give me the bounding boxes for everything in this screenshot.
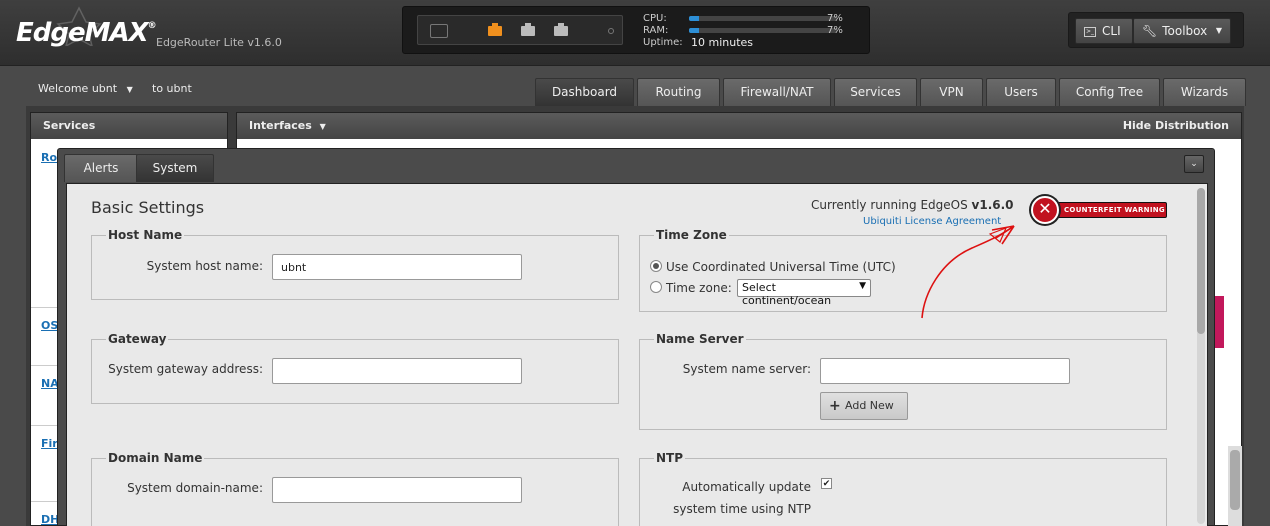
plus-icon: + <box>829 398 841 414</box>
ram-label: RAM: <box>643 25 669 36</box>
cpu-value: 7% <box>827 13 843 24</box>
console-port-icon <box>430 24 448 38</box>
top-header: EdgeMAX® EdgeRouter Lite v1.6.0 CPU: 7% … <box>0 0 1270 66</box>
host-name-label: System host name: <box>146 259 263 273</box>
background-scrollbar-thumb[interactable] <box>1230 450 1240 510</box>
counterfeit-warning-badge: COUNTERFEIT WARNING ✕ <box>1031 196 1167 224</box>
ram-value: 7% <box>827 25 843 36</box>
tab-alerts[interactable]: Alerts <box>64 154 138 182</box>
tab-services[interactable]: Services <box>834 78 917 106</box>
gateway-legend: Gateway <box>108 332 167 346</box>
tab-dashboard[interactable]: Dashboard <box>535 78 634 106</box>
license-agreement-link[interactable]: Ubiquiti License Agreement <box>863 216 1001 227</box>
system-status-box: CPU: 7% RAM: 7% Uptime: 10 minutes <box>402 6 870 54</box>
toolbox-button[interactable]: 🔧︎ Toolbox ▼ <box>1133 18 1231 44</box>
gateway-input[interactable] <box>272 358 522 384</box>
name-server-label: System name server: <box>682 362 811 376</box>
cli-label: CLI <box>1102 24 1121 38</box>
dialog-scrollbar-thumb[interactable] <box>1197 188 1205 334</box>
terminal-icon: >_ <box>1084 26 1096 37</box>
host-name-legend: Host Name <box>108 228 183 242</box>
collapse-dialog-button[interactable]: ⌄ <box>1184 155 1204 173</box>
utc-label: Use Coordinated Universal Time (UTC) <box>666 260 896 274</box>
tab-wizards[interactable]: Wizards <box>1163 78 1246 106</box>
cpu-meter <box>689 16 837 21</box>
name-server-input[interactable] <box>820 358 1070 384</box>
cpu-label: CPU: <box>643 13 667 24</box>
main-navbar: Welcome ubnt ▼ to ubnt Dashboard Routing… <box>26 76 1246 106</box>
port-eth0-icon[interactable] <box>488 23 502 36</box>
ntp-label-line2: system time using NTP <box>673 502 811 516</box>
domain-name-label: System domain-name: <box>127 481 263 495</box>
tab-system[interactable]: System <box>136 154 214 182</box>
to-user-text: to ubnt <box>152 82 192 95</box>
welcome-user-menu[interactable]: Welcome ubnt ▼ <box>38 82 133 95</box>
chevron-down-icon: ▼ <box>859 281 866 291</box>
section-title: Basic Settings <box>91 198 205 217</box>
service-link-routing[interactable]: Ro <box>41 151 57 164</box>
counterfeit-warning-text: COUNTERFEIT WARNING <box>1041 202 1167 218</box>
tab-firewall-nat[interactable]: Firewall/NAT <box>723 78 831 106</box>
ntp-checkbox[interactable]: ✔ <box>821 478 832 489</box>
time-zone-radio[interactable] <box>650 281 662 293</box>
cli-button[interactable]: >_ CLI <box>1075 18 1133 44</box>
reset-button-icon <box>608 28 614 34</box>
add-name-server-button[interactable]: + Add New <box>820 392 908 420</box>
tab-users[interactable]: Users <box>986 78 1056 106</box>
ram-meter-fill <box>689 28 700 33</box>
utc-radio[interactable] <box>650 260 662 272</box>
tool-buttons: >_ CLI 🔧︎ Toolbox ▼ <box>1068 12 1244 48</box>
dialog-scrollbar[interactable] <box>1197 188 1205 524</box>
services-panel-title: Services <box>31 113 227 139</box>
chevron-down-icon: ▼ <box>1215 26 1222 35</box>
host-name-input[interactable] <box>272 254 522 280</box>
port-eth2-icon[interactable] <box>554 23 568 36</box>
name-server-legend: Name Server <box>656 332 744 346</box>
domain-name-legend: Domain Name <box>108 451 203 465</box>
gateway-label: System gateway address: <box>108 362 263 376</box>
warning-x-icon: ✕ <box>1031 196 1059 224</box>
toolbox-label: Toolbox <box>1162 24 1208 38</box>
chevron-down-icon: ⌄ <box>1190 159 1198 169</box>
time-zone-legend: Time Zone <box>656 228 727 242</box>
service-link-firewall[interactable]: Fir <box>41 437 58 450</box>
ntp-label-line1: Automatically update <box>682 480 811 494</box>
tab-config-tree[interactable]: Config Tree <box>1059 78 1160 106</box>
port-panel <box>417 15 623 45</box>
ram-meter <box>689 28 837 33</box>
tab-vpn[interactable]: VPN <box>920 78 983 106</box>
hide-distribution-link[interactable]: Hide Distribution <box>1123 113 1229 139</box>
port-eth1-icon[interactable] <box>521 23 535 36</box>
router-model: EdgeRouter Lite v1.6.0 <box>156 36 282 49</box>
service-link-ospf[interactable]: OS <box>41 319 58 332</box>
time-zone-label: Time zone: <box>666 281 732 295</box>
edgemax-logo[interactable]: EdgeMAX® <box>16 18 157 48</box>
uptime-value: 10 minutes <box>691 36 754 49</box>
wrench-icon: 🔧︎ <box>1142 24 1158 38</box>
running-version-text: Currently running EdgeOS v1.6.0 <box>811 198 1014 212</box>
dialog-body: Basic Settings Currently running EdgeOS … <box>66 183 1208 526</box>
ntp-legend: NTP <box>656 451 684 465</box>
interfaces-panel-header: Interfaces ▼ Hide Distribution <box>237 113 1241 139</box>
uptime-label: Uptime: <box>643 37 683 48</box>
interfaces-menu[interactable]: Interfaces ▼ <box>249 119 326 132</box>
time-zone-select[interactable]: Select continent/ocean ▼ <box>737 279 871 307</box>
cpu-meter-fill <box>689 16 700 21</box>
chevron-down-icon: ▼ <box>319 122 326 131</box>
background-scrollbar[interactable] <box>1228 446 1242 526</box>
domain-name-input[interactable] <box>272 477 522 503</box>
tab-routing[interactable]: Routing <box>637 78 720 106</box>
chevron-down-icon: ▼ <box>126 85 133 94</box>
system-dialog: Alerts System ⌄ Basic Settings Currently… <box>57 148 1215 526</box>
